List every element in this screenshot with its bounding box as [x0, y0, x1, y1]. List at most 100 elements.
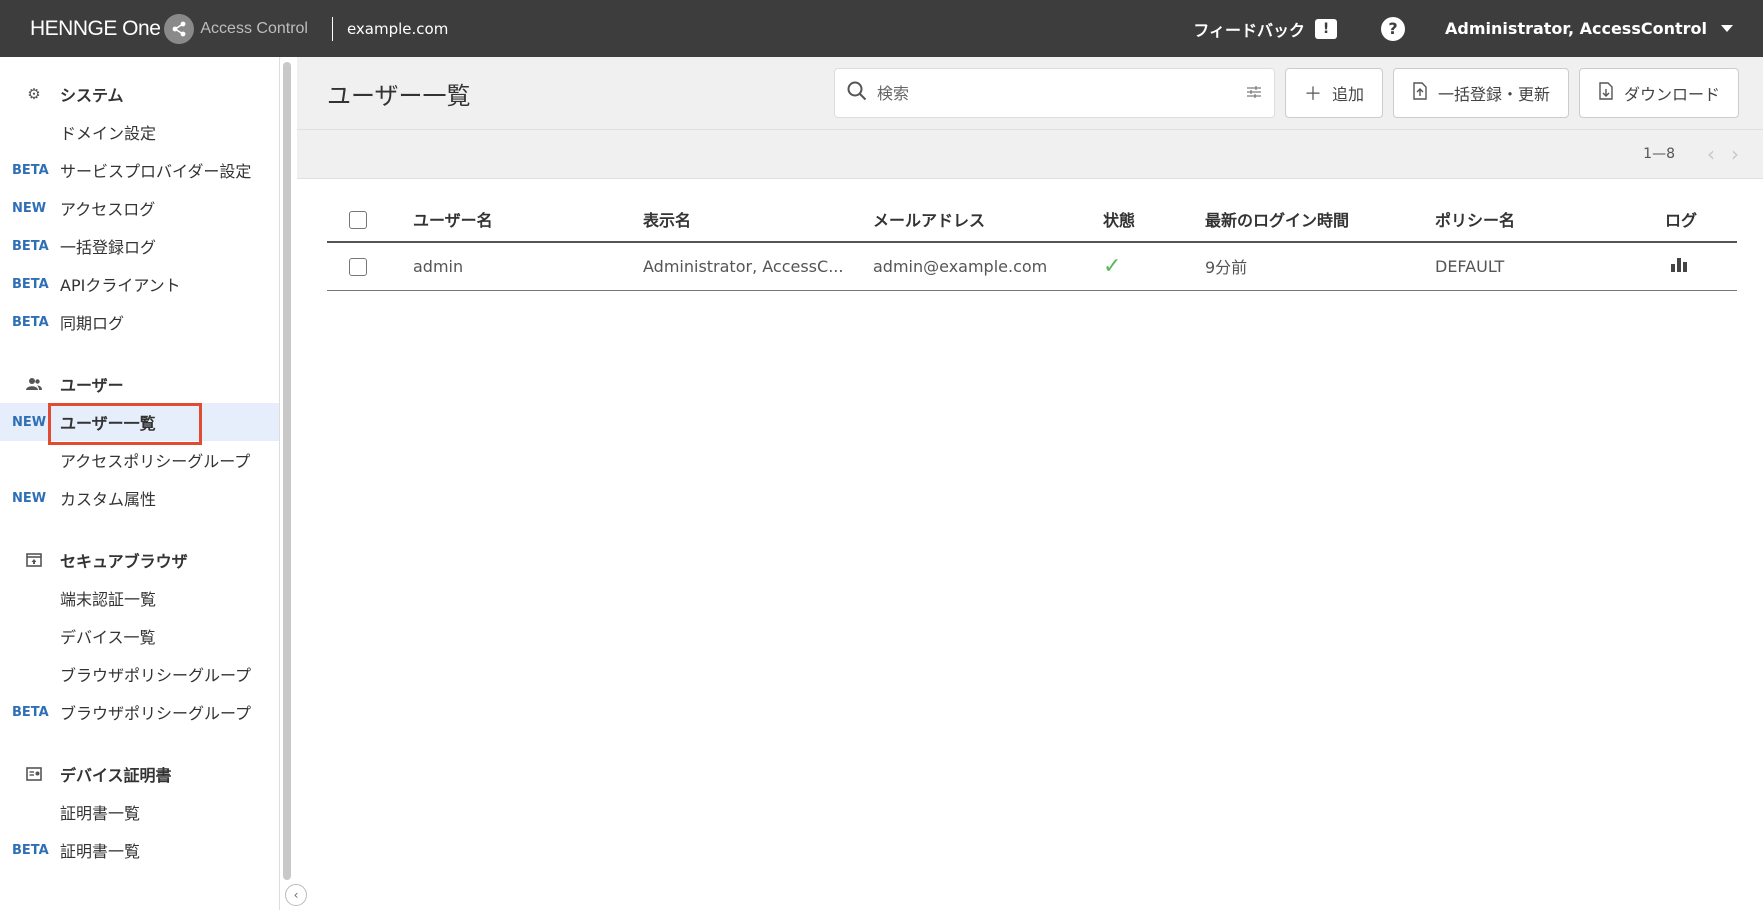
top-bar: HENNGE One Access Control example.com フィ… — [0, 0, 1763, 57]
sidebar-item-label: 一括登録ログ — [60, 238, 157, 257]
caret-down-icon — [1721, 25, 1733, 32]
feedback-button[interactable]: フィードバック ! — [1193, 17, 1338, 41]
sidebar-section-device-certificates: デバイス証明書 — [0, 755, 279, 793]
add-label: 追加 — [1331, 85, 1364, 104]
feedback-label: フィードバック — [1193, 20, 1306, 40]
table-header-row: ユーザー名 表示名 メールアドレス 状態 最新のログイン時間 ポリシー名 ログ — [327, 197, 1737, 243]
feedback-icon: ! — [1315, 18, 1338, 39]
brand[interactable]: HENNGE One Access Control — [30, 13, 308, 44]
sidebar: ⚙ システム ドメイン設定 BETA サービスプロバイダー設定 NEW アクセスログ… — [0, 57, 280, 910]
bar-chart-icon[interactable] — [1671, 257, 1687, 272]
row-checkbox[interactable] — [349, 258, 367, 276]
sidebar-item-label: 同期ログ — [60, 314, 125, 333]
item-badge: BETA — [12, 314, 49, 330]
table-row[interactable]: admin Administrator, AccessC... admin@ex… — [327, 242, 1737, 291]
certificate-icon — [24, 767, 44, 781]
browser-icon — [24, 553, 44, 567]
cell-status: ✓ — [1103, 242, 1205, 291]
column-header-log: ログ — [1665, 197, 1737, 243]
cell-username[interactable]: admin — [413, 242, 643, 291]
section-title: ユーザー — [60, 376, 124, 395]
chevron-left-icon[interactable]: ‹ — [1707, 142, 1715, 166]
item-badge: BETA — [12, 276, 49, 292]
column-header-email[interactable]: メールアドレス — [873, 197, 1103, 243]
sidebar-item-label: 証明書一覧 — [60, 804, 141, 823]
sidebar-item-label: ドメイン設定 — [60, 124, 157, 143]
section-title: セキュアブラウザ — [60, 552, 188, 571]
search-input[interactable] — [876, 83, 1246, 103]
brand-divider — [331, 16, 333, 41]
cell-policy: DEFAULT — [1435, 242, 1665, 291]
sidebar-item-domain-settings[interactable]: ドメイン設定 — [0, 113, 279, 151]
item-badge: BETA — [12, 238, 49, 254]
sidebar-item-label: 証明書一覧 — [60, 842, 141, 861]
sidebar-item-service-provider[interactable]: BETA サービスプロバイダー設定 — [0, 151, 279, 189]
upload-icon — [1412, 81, 1428, 105]
help-icon[interactable]: ? — [1381, 16, 1406, 41]
filter-icon[interactable] — [1246, 83, 1262, 104]
pagination-range: 1—8 — [1643, 146, 1675, 162]
sidebar-item-device-list[interactable]: デバイス一覧 — [0, 617, 279, 655]
search-icon — [847, 81, 867, 106]
sidebar-item-label: ブラウザポリシーグループ — [60, 704, 252, 723]
column-header-username[interactable]: ユーザー名 — [413, 197, 643, 243]
sidebar-section-users: ユーザー — [0, 365, 279, 403]
sidebar-item-access-policy-group[interactable]: アクセスポリシーグループ — [0, 441, 279, 479]
sidebar-section-system: ⚙ システム — [0, 75, 279, 113]
section-title: システム — [60, 86, 124, 105]
gear-icon: ⚙ — [27, 85, 41, 103]
item-badge: BETA — [12, 704, 49, 720]
item-badge: NEW — [12, 490, 47, 506]
sidebar-item-label: アクセスポリシーグループ — [60, 452, 251, 471]
sidebar-item-certificate-list-beta[interactable]: BETA 証明書一覧 — [0, 831, 279, 869]
sidebar-item-device-auth-list[interactable]: 端末認証一覧 — [0, 579, 279, 617]
user-menu[interactable]: Administrator, AccessControl — [1445, 19, 1733, 38]
sidebar-item-user-list[interactable]: NEW ユーザー一覧 — [0, 403, 279, 445]
tenant-domain: example.com — [346, 19, 449, 38]
chevron-right-icon[interactable]: › — [1731, 142, 1739, 166]
bulk-register-button[interactable]: 一括登録・更新 — [1392, 68, 1569, 118]
column-header-last-login[interactable]: 最新のログイン時間 — [1205, 197, 1435, 243]
sidebar-item-certificate-list[interactable]: 証明書一覧 — [0, 793, 279, 831]
bulk-label: 一括登録・更新 — [1437, 85, 1550, 104]
user-name: Administrator, AccessControl — [1445, 19, 1707, 38]
sidebar-item-label: サービスプロバイダー設定 — [60, 162, 252, 181]
product-name: Access Control — [200, 19, 308, 37]
sidebar-item-browser-policy-group-beta[interactable]: BETA ブラウザポリシーグループ — [0, 693, 279, 731]
brand-logo-icon — [164, 13, 195, 44]
users-icon — [24, 377, 44, 391]
download-label: ダウンロード — [1623, 85, 1720, 104]
main-content: ユーザー一覧 ＋ 追加 一括登録・更新 — [297, 57, 1763, 910]
page-header: ユーザー一覧 ＋ 追加 一括登録・更新 — [297, 57, 1763, 130]
download-icon — [1598, 81, 1614, 105]
column-header-display-name[interactable]: 表示名 — [643, 197, 873, 243]
user-table: ユーザー名 表示名 メールアドレス 状態 最新のログイン時間 ポリシー名 ログ … — [327, 197, 1737, 291]
item-badge: NEW — [12, 200, 47, 216]
cell-email: admin@example.com — [873, 242, 1103, 291]
sidebar-item-label: デバイス一覧 — [60, 628, 156, 647]
sidebar-item-browser-policy-group[interactable]: ブラウザポリシーグループ — [0, 655, 279, 693]
sidebar-item-sync-log[interactable]: BETA 同期ログ — [0, 303, 279, 341]
sidebar-scrollbar[interactable] — [283, 62, 291, 880]
sidebar-item-label: カスタム属性 — [60, 490, 157, 509]
sidebar-item-custom-attributes[interactable]: NEW カスタム属性 — [0, 479, 279, 517]
sidebar-item-label: APIクライアント — [60, 276, 181, 295]
sidebar-section-secure-browser: セキュアブラウザ — [0, 541, 279, 579]
sidebar-item-api-client[interactable]: BETA APIクライアント — [0, 265, 279, 303]
column-header-policy[interactable]: ポリシー名 — [1435, 197, 1665, 243]
column-header-status[interactable]: 状態 — [1103, 197, 1205, 243]
item-badge: BETA — [12, 842, 49, 858]
add-user-button[interactable]: ＋ 追加 — [1284, 68, 1383, 118]
search-box[interactable] — [833, 68, 1275, 118]
item-badge: BETA — [12, 162, 49, 178]
highlight-box — [48, 403, 202, 445]
sidebar-item-label: アクセスログ — [60, 200, 156, 219]
plus-icon: ＋ — [1303, 84, 1322, 105]
brand-name: HENNGE One — [30, 16, 161, 40]
sidebar-item-label: 端末認証一覧 — [60, 590, 157, 609]
check-icon: ✓ — [1103, 253, 1122, 279]
download-button[interactable]: ダウンロード — [1578, 68, 1739, 118]
sidebar-item-access-log[interactable]: NEW アクセスログ — [0, 189, 279, 227]
sidebar-item-bulk-log[interactable]: BETA 一括登録ログ — [0, 227, 279, 265]
select-all-checkbox[interactable] — [349, 210, 367, 229]
